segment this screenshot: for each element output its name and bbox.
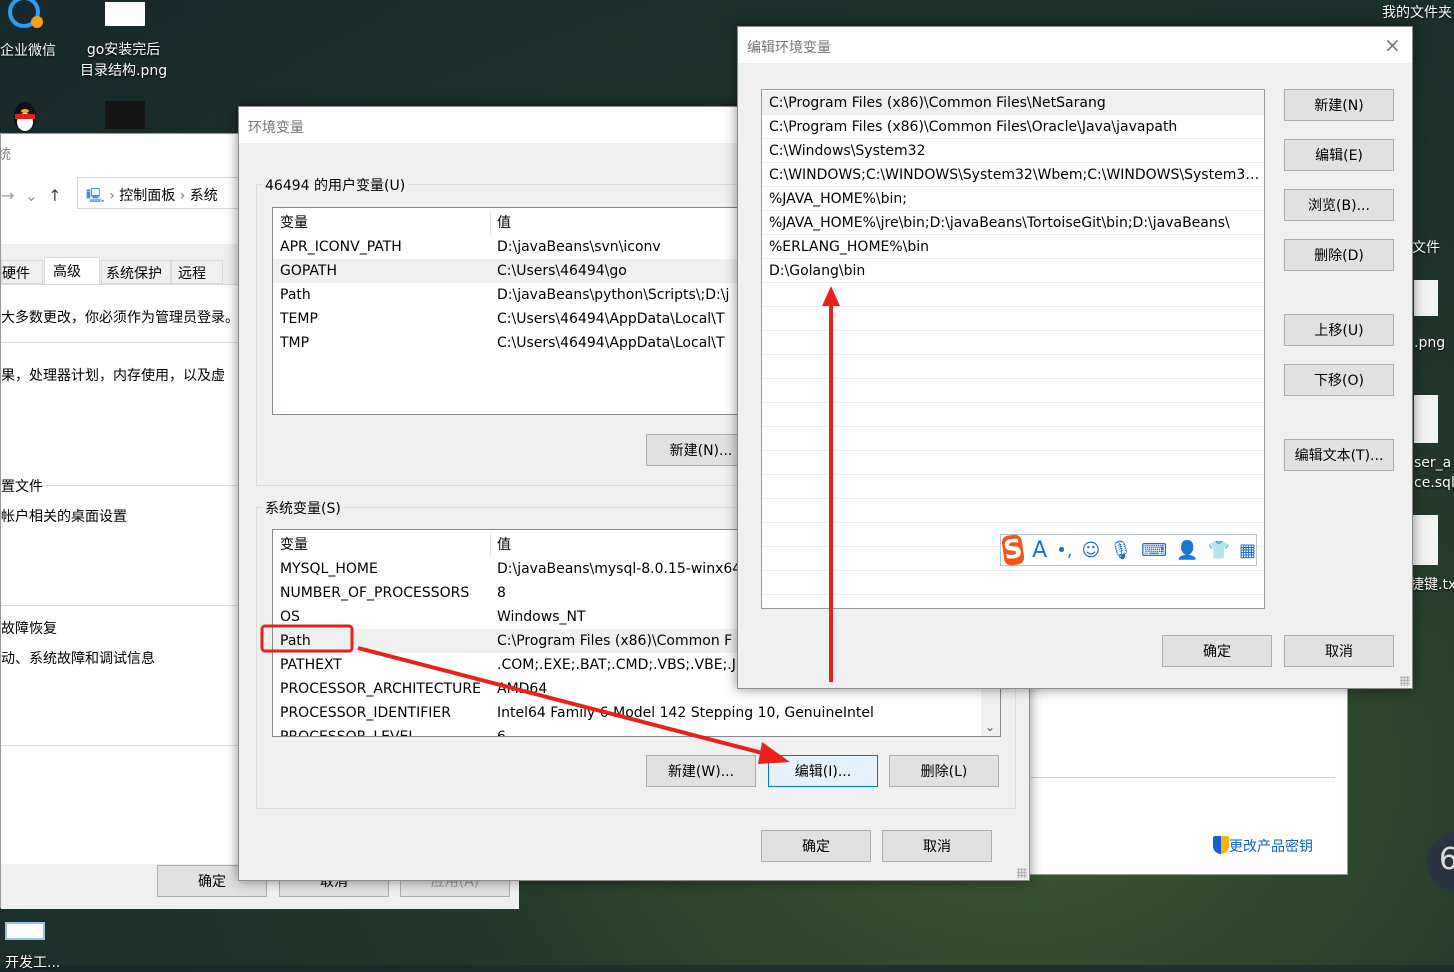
annotation-arrow — [357, 646, 771, 757]
arrow-head — [758, 742, 790, 764]
annotation-overlay — [260, 286, 840, 764]
path-highlight-box — [260, 624, 354, 653]
arrow-head — [822, 286, 840, 306]
